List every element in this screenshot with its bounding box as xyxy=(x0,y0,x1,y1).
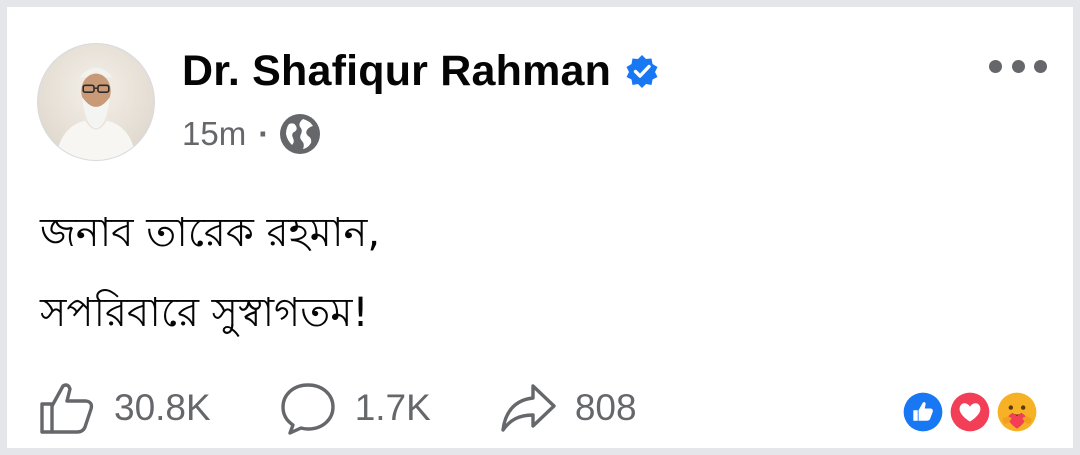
meta-separator: · xyxy=(258,115,270,152)
comment-button[interactable]: 1.7K xyxy=(279,380,431,436)
author-header: Dr. Shafiqur Rahman xyxy=(182,43,659,99)
post-text: জনাব তারেক রহমান, সপরিবারে সুস্বাগতম! xyxy=(40,193,380,353)
more-dot xyxy=(1011,59,1025,73)
comment-icon xyxy=(281,383,335,435)
share-button[interactable]: 808 xyxy=(499,380,637,436)
share-count: 808 xyxy=(574,387,637,428)
action-bar: 30.8K 1.7K 808 xyxy=(38,380,705,436)
share-icon xyxy=(501,384,556,432)
globe-icon[interactable] xyxy=(279,113,321,155)
care-reaction-icon xyxy=(992,387,1042,437)
author-name[interactable]: Dr. Shafiqur Rahman xyxy=(182,47,611,96)
more-dot xyxy=(989,59,1002,73)
post-meta: 15m · xyxy=(182,113,321,155)
love-reaction-icon xyxy=(945,387,995,437)
reaction-summary[interactable] xyxy=(898,387,1046,439)
thumbs-up-icon xyxy=(40,383,94,434)
post-timestamp[interactable]: 15m xyxy=(182,115,246,153)
like-count: 30.8K xyxy=(114,387,211,428)
post-card: Dr. Shafiqur Rahman 15m · জনাব তারেক রহম… xyxy=(7,7,1073,448)
like-button[interactable]: 30.8K xyxy=(38,380,211,436)
comment-count: 1.7K xyxy=(354,387,431,428)
post-text-line: জনাব তারেক রহমান, xyxy=(40,210,381,256)
post-text-line: সপরিবারে সুস্বাগতম! xyxy=(40,290,369,336)
like-reaction-icon xyxy=(898,387,948,437)
avatar[interactable] xyxy=(37,43,155,161)
verified-badge-icon xyxy=(625,54,659,88)
more-dot xyxy=(1034,59,1047,73)
more-options-button[interactable] xyxy=(989,55,1047,77)
